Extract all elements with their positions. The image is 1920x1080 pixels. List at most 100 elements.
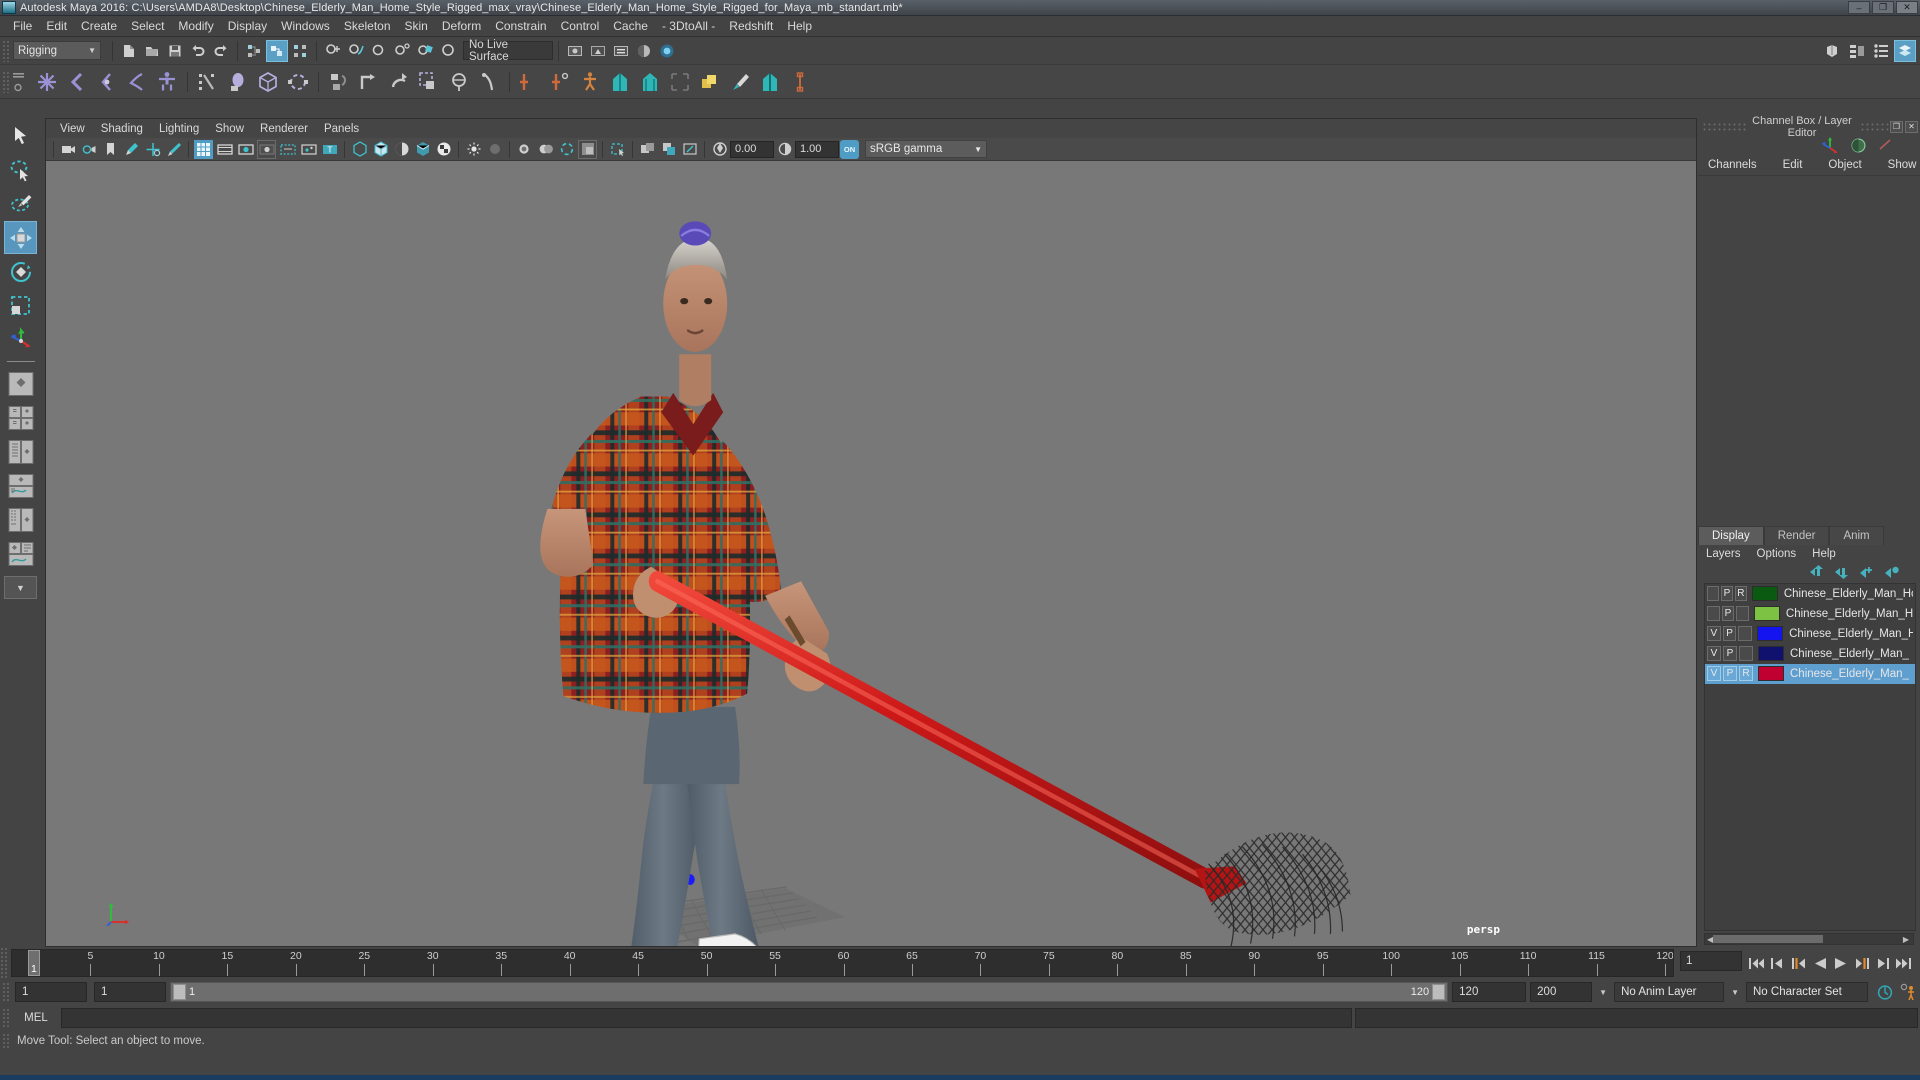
new-layer-icon[interactable]: [1859, 565, 1875, 579]
close-button[interactable]: ✕: [1896, 1, 1918, 14]
layer-visibility-toggle[interactable]: V: [1707, 626, 1721, 641]
layer-playback-toggle[interactable]: P: [1720, 586, 1733, 601]
film-gate-icon[interactable]: [215, 140, 234, 159]
exposure-icon[interactable]: [710, 140, 729, 159]
chevron-down-icon[interactable]: ▼: [1596, 988, 1610, 997]
ipr-render-icon[interactable]: [587, 40, 609, 62]
playback-start-field[interactable]: 1: [94, 982, 166, 1002]
viewport-canvas[interactable]: persp: [46, 161, 1696, 946]
shelf-grip[interactable]: [2, 70, 11, 93]
point-constraint-icon[interactable]: [354, 67, 384, 97]
layer-display-type[interactable]: R: [1739, 666, 1753, 681]
move-axis-icon[interactable]: [1820, 136, 1840, 154]
four-view-layout[interactable]: [4, 401, 37, 434]
open-scene-icon[interactable]: [141, 40, 163, 62]
layer-color-swatch[interactable]: [1751, 586, 1778, 601]
two-d-pan-zoom-icon[interactable]: [143, 140, 162, 159]
motion-blur-icon[interactable]: [515, 140, 534, 159]
range-start-field[interactable]: 1: [15, 982, 87, 1002]
exposure-field[interactable]: 0.00: [730, 140, 774, 158]
paint-select-tool[interactable]: [4, 187, 37, 220]
hypershade-icon[interactable]: [633, 40, 655, 62]
ik-handle-tool-icon[interactable]: [62, 67, 92, 97]
options-menu[interactable]: Options: [1757, 548, 1797, 560]
mirror-skin-icon[interactable]: [755, 67, 785, 97]
bookmark-icon[interactable]: [101, 140, 120, 159]
chevron-down-icon[interactable]: ▼: [1728, 988, 1742, 997]
select-tool[interactable]: [4, 119, 37, 152]
play-backwards-icon[interactable]: [1811, 953, 1828, 973]
quick-rig-icon[interactable]: [152, 67, 182, 97]
grease-pencil-icon[interactable]: [164, 140, 183, 159]
command-line-grip[interactable]: [2, 1008, 11, 1028]
step-back-key-icon[interactable]: [1790, 953, 1807, 973]
time-slider-grip[interactable]: [0, 947, 9, 979]
grid-toggle-icon[interactable]: [194, 139, 213, 159]
interactive-bind-icon[interactable]: [223, 67, 253, 97]
ik-rp-solver-icon[interactable]: [122, 67, 152, 97]
detach-skin-icon[interactable]: [283, 67, 313, 97]
layer-list[interactable]: P R Chinese_Elderly_Man_Home_ P Chinese_…: [1704, 582, 1916, 931]
scale-constraint-icon[interactable]: [414, 67, 444, 97]
menu-select[interactable]: Select: [124, 18, 171, 34]
show-hide-attribute-editor-icon[interactable]: [1846, 40, 1868, 62]
xray-joints-icon[interactable]: [299, 140, 318, 159]
paint-weights-icon[interactable]: [725, 67, 755, 97]
layer-display-type[interactable]: R: [1734, 586, 1747, 601]
table-row[interactable]: V P Chinese_Elderly_Man_H: [1705, 624, 1915, 644]
step-forward-key-icon[interactable]: [1853, 953, 1870, 973]
menu-3dtoall[interactable]: - 3DtoAll -: [655, 18, 722, 34]
show-hide-channel-box-icon[interactable]: [1894, 39, 1916, 62]
show-menu[interactable]: Show: [1888, 159, 1917, 171]
duplicate-special-icon[interactable]: [695, 67, 725, 97]
play-forwards-icon[interactable]: [1832, 953, 1849, 973]
channels-menu[interactable]: Channels: [1708, 159, 1757, 171]
human-ik-icon[interactable]: [575, 67, 605, 97]
viewport-menu-lighting[interactable]: Lighting: [151, 123, 207, 135]
edit-menu[interactable]: Edit: [1783, 159, 1803, 171]
layer-visibility-toggle[interactable]: V: [1707, 646, 1721, 661]
range-bar[interactable]: 1 120: [170, 982, 1449, 1002]
command-input[interactable]: [61, 1008, 1353, 1028]
layer-display-type[interactable]: [1739, 646, 1753, 661]
panel-close-button[interactable]: ✕: [1905, 120, 1918, 133]
shelf-options-icon[interactable]: [13, 83, 26, 92]
joint-tool-icon[interactable]: [32, 67, 62, 97]
minimize-button[interactable]: –: [1848, 1, 1870, 14]
menu-display[interactable]: Display: [221, 18, 274, 34]
menu-constrain[interactable]: Constrain: [488, 18, 553, 34]
parent-constraint-icon[interactable]: [324, 67, 354, 97]
smooth-bind-icon[interactable]: [253, 67, 283, 97]
layer-list-hscrollbar[interactable]: ◀ ▶: [1704, 933, 1914, 945]
viewport-menu-show[interactable]: Show: [207, 123, 252, 135]
default-material-icon[interactable]: [659, 140, 678, 159]
render-view-icon[interactable]: [656, 40, 678, 62]
menu-modify[interactable]: Modify: [171, 18, 220, 34]
snap-to-curve-icon[interactable]: [345, 40, 367, 62]
gamma-field[interactable]: 1.00: [795, 140, 839, 158]
go-to-end-icon[interactable]: [1895, 953, 1912, 973]
move-layer-up-icon[interactable]: [1809, 564, 1825, 579]
tab-render[interactable]: Render: [1763, 525, 1830, 545]
layer-color-swatch[interactable]: [1757, 626, 1784, 641]
go-to-start-icon[interactable]: [1748, 953, 1765, 973]
help-line-grip[interactable]: [2, 1033, 11, 1049]
outliner-persp-layout[interactable]: [4, 435, 37, 468]
channel-box-icon[interactable]: [1850, 137, 1867, 154]
smooth-shade-icon[interactable]: [371, 140, 390, 159]
playback-end-field[interactable]: 120: [1452, 982, 1527, 1002]
layer-playback-toggle[interactable]: P: [1723, 666, 1737, 681]
layer-color-swatch[interactable]: [1758, 666, 1784, 681]
lasso-select-tool[interactable]: [4, 153, 37, 186]
snap-to-view-plane-icon[interactable]: [414, 40, 436, 62]
gamma-icon[interactable]: [775, 140, 794, 159]
single-perspective-layout[interactable]: [4, 367, 37, 400]
measure-tool-icon[interactable]: [785, 67, 815, 97]
image-plane-icon[interactable]: [122, 140, 141, 159]
empty-shelf-slot[interactable]: [665, 67, 695, 97]
live-surface-field[interactable]: No Live Surface: [463, 39, 553, 63]
panel-restore-button[interactable]: ❐: [1890, 120, 1903, 133]
select-camera-icon[interactable]: [59, 140, 78, 159]
layer-display-type[interactable]: [1736, 606, 1749, 621]
time-slider[interactable]: 1 5 10 15 20 25 30 35 40 45 50 55 60 65 70 75 80 85 90 95 1…: [11, 949, 1674, 977]
